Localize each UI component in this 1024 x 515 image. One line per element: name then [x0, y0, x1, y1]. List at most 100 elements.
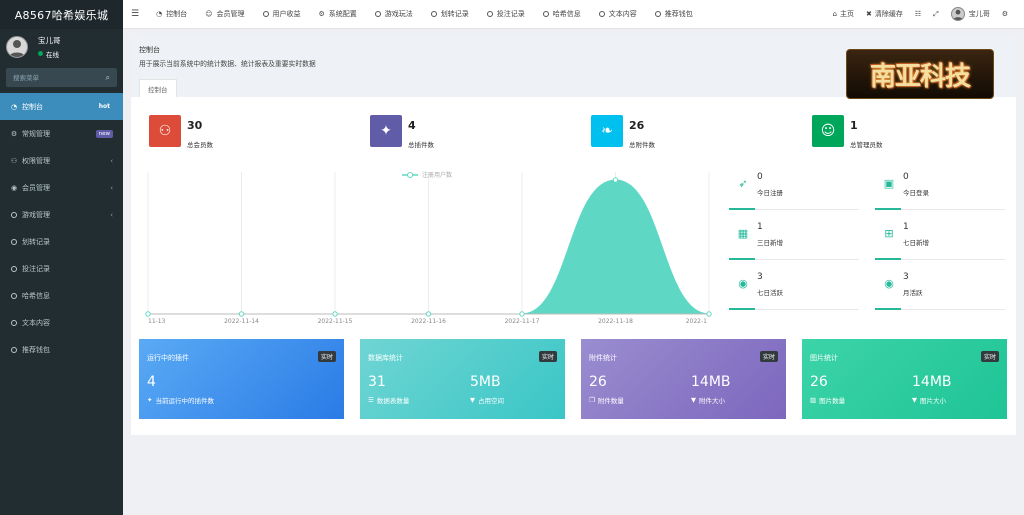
clear-cache-button[interactable]: ✖ 清除缓存 — [860, 0, 909, 28]
realtime-badge: 实时 — [980, 351, 999, 362]
card-title: 数据库统计 — [368, 354, 403, 362]
topnav-label: 系统配置 — [328, 10, 357, 18]
topnav-dashboard[interactable]: ◔ 控制台 — [147, 0, 196, 28]
sidebar-item-games[interactable]: 游戏管理 ‹ — [0, 201, 123, 228]
brand-title[interactable]: A8567哈希娱乐城 — [0, 0, 123, 29]
circle-icon — [598, 11, 605, 17]
logo-text: 南亚科技 — [869, 61, 971, 92]
topnav-bets[interactable]: 投注记录 — [478, 0, 534, 28]
topnav-wallet[interactable]: 推荐钱包 — [646, 0, 702, 28]
gears-icon: ⚙ — [1001, 10, 1008, 18]
registration-chart: 11-13 2022-11-14 2022-11-15 2022-11-16 2022-… — [145, 171, 712, 325]
card-attachment-stats: 附件统计 实时 26 ❐ 附件数量 14MB ▼ 附件大小 — [581, 339, 786, 419]
circle-icon — [430, 11, 437, 17]
avatar — [950, 7, 965, 21]
circle-icon — [9, 319, 19, 326]
mini-stat-label: 月活跃 — [903, 289, 923, 297]
sidebar-toggle[interactable]: ☰ — [123, 0, 147, 28]
sidebar-item-bets[interactable]: 投注记录 — [0, 255, 123, 282]
topnav-members[interactable]: ☺ 会员管理 — [196, 0, 253, 28]
stat-label: 总附件数 — [629, 141, 655, 149]
data-point — [238, 311, 245, 317]
mini-stat-today-register: ➶ 0 今日注册 — [729, 165, 859, 215]
search-icon[interactable]: ⌕ — [106, 73, 110, 83]
topnav-config[interactable]: ⚙ 系统配置 — [310, 0, 366, 28]
legend-marker — [407, 172, 413, 178]
stat-total-attachments: ❧ 26 总附件数 — [591, 115, 655, 149]
mini-stat-value: 1 — [757, 222, 763, 232]
card-label-text: 附件数量 — [597, 397, 624, 405]
sidebar-item-permissions[interactable]: ⚇ 权限管理 ‹ — [0, 147, 123, 174]
circle-icon — [654, 11, 661, 17]
mini-stat-label: 七日活跃 — [757, 289, 783, 297]
user-menu[interactable]: 宝儿哥 — [945, 0, 996, 28]
sidebar-item-text[interactable]: 文本内容 — [0, 309, 123, 336]
user-status: 在线 — [38, 49, 61, 59]
hot-badge: hot — [95, 102, 113, 111]
topnav-label: 控制台 — [166, 10, 188, 18]
card-label: ✦ 当前运行中的插件数 — [147, 395, 214, 405]
sidebar-item-members[interactable]: ◉ 会员管理 ‹ — [0, 174, 123, 201]
data-point — [612, 177, 619, 183]
legend-label: 注册用户数 — [422, 171, 452, 179]
mini-stat-label: 今日注册 — [757, 189, 783, 197]
fullscreen-button[interactable]: ⤢ — [927, 0, 945, 28]
sidebar-search: ⌕ — [6, 68, 117, 87]
topnav-transfers[interactable]: 划转记录 — [422, 0, 478, 28]
card-database-stats: 数据库统计 实时 31 ☰ 数据表数量 5MB ▼ 占用空间 — [360, 339, 565, 419]
topnav-gameplay[interactable]: 游戏玩法 — [366, 0, 422, 28]
leaf-icon: ❧ — [591, 115, 623, 147]
sidebar-item-wallet[interactable]: 推荐钱包 — [0, 336, 123, 363]
magic-icon: ✦ — [147, 396, 153, 404]
trash-icon: ✖ — [865, 10, 872, 18]
sidebar-item-label: 会员管理 — [22, 183, 50, 192]
gear-icon: ⚙ — [318, 10, 325, 18]
sidebar-item-label: 文本内容 — [22, 318, 50, 327]
data-point — [145, 311, 151, 317]
card-value: 14MB — [912, 374, 952, 390]
sidebar-item-label: 游戏管理 — [22, 210, 50, 219]
sidebar: A8567哈希娱乐城 宝儿哥 在线 ⌕ ◔ 控制台 hot ⚙ 常规管理 new… — [0, 0, 123, 515]
topnav-hash[interactable]: 哈希信息 — [534, 0, 590, 28]
topnav-label: 会员管理 — [216, 10, 245, 18]
circle-icon — [486, 11, 493, 17]
group-icon: ⚇ — [10, 156, 18, 165]
sidebar-search-input[interactable] — [13, 73, 93, 82]
language-button[interactable]: ☷ — [909, 0, 927, 28]
data-point — [332, 311, 338, 317]
chevron-left-icon: ‹ — [110, 210, 113, 219]
users-icon: ⚇ — [149, 115, 181, 147]
mini-stat-value: 0 — [903, 172, 909, 182]
x-tick-label: 2022-1 — [686, 318, 707, 325]
topnav-earnings[interactable]: 用户收益 — [254, 0, 310, 28]
card-value: 26 — [810, 374, 828, 390]
card-value: 31 — [368, 374, 386, 390]
data-point — [425, 311, 432, 317]
id-card-icon: ▣ — [883, 176, 895, 190]
topnav-label: 哈希信息 — [552, 10, 581, 18]
topnav-label: 用户收益 — [272, 10, 301, 18]
settings-button[interactable]: ⚙ — [996, 0, 1014, 28]
language-icon: ☷ — [914, 10, 922, 18]
card-image-stats: 图片统计 实时 26 ▨ 图片数量 14MB ▼ 图片大小 — [802, 339, 1007, 419]
mini-stat-label: 七日新增 — [903, 239, 929, 247]
main-content: 控制台 用于展示当前系统中的统计数据、统计报表及重要实时数据 控制台 南亚科技 … — [131, 37, 1016, 435]
circle-icon — [9, 211, 19, 218]
home-link[interactable]: ⌂ 主页 — [827, 0, 860, 28]
sidebar-item-hash[interactable]: 哈希信息 — [0, 282, 123, 309]
home-icon: ⌂ — [832, 10, 837, 18]
dashboard-icon: ◔ — [10, 102, 18, 111]
stat-label: 总会员数 — [187, 141, 213, 149]
card-value: 26 — [589, 374, 607, 390]
cogs-icon: ⚙ — [10, 129, 18, 138]
sidebar-item-transfers[interactable]: 划转记录 — [0, 228, 123, 255]
mini-stat-three-day-new: ▦ 1 三日新增 — [729, 215, 859, 265]
mini-stat-label: 今日登录 — [903, 189, 929, 197]
sidebar-item-general[interactable]: ⚙ 常规管理 new — [0, 120, 123, 147]
filter-icon: ▼ — [912, 396, 917, 404]
tab-dashboard[interactable]: 控制台 — [139, 79, 177, 97]
card-label-text: 数据表数量 — [376, 397, 410, 405]
topnav-text[interactable]: 文本内容 — [590, 0, 646, 28]
dashboard-icon: ◔ — [156, 10, 163, 18]
sidebar-item-dashboard[interactable]: ◔ 控制台 hot — [0, 93, 123, 120]
